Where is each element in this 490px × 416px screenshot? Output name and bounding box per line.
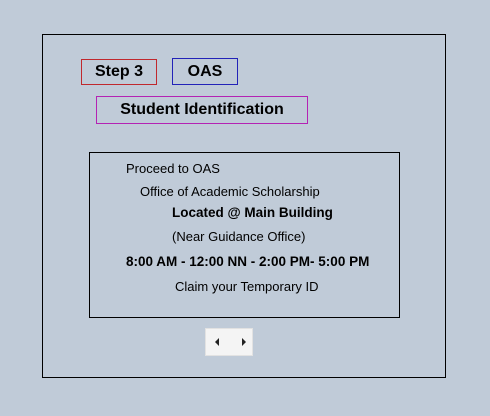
instruction-location: Located @ Main Building [172,205,333,220]
instruction-hours: 8:00 AM - 12:00 NN - 2:00 PM- 5:00 PM [126,254,370,269]
arrow-right-icon[interactable] [242,338,246,346]
office-label: OAS [172,58,238,85]
page-scroller[interactable] [205,328,253,356]
step-label: Step 3 [81,59,157,85]
instruction-location-hint: (Near Guidance Office) [172,229,306,244]
arrow-left-icon[interactable] [215,338,219,346]
instruction-office-name: Office of Academic Scholarship [140,184,320,199]
instruction-proceed: Proceed to OAS [126,161,220,176]
section-title: Student Identification [96,96,308,124]
instruction-claim: Claim your Temporary ID [175,279,319,294]
